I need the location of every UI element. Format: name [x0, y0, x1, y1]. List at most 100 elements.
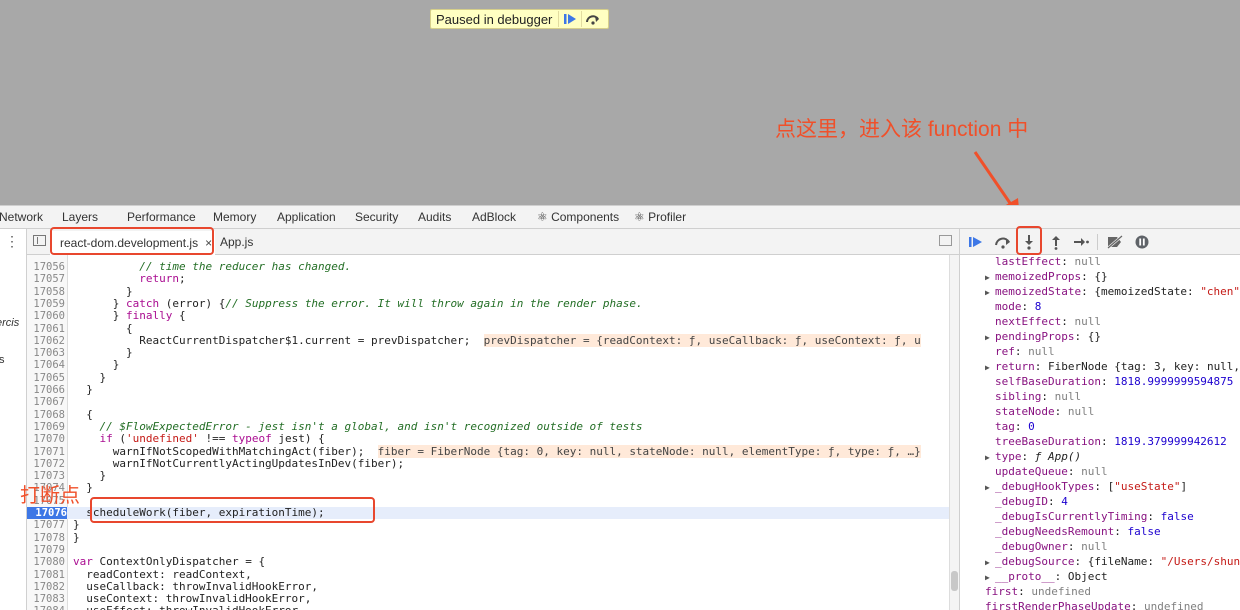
devtools-tab[interactable]: AdBlock [472, 206, 516, 228]
line-number[interactable]: 17060 [27, 310, 65, 322]
line-number[interactable]: 17068 [27, 409, 65, 421]
deactivate-breakpoints-button[interactable] [1105, 233, 1125, 251]
property-name: _debugOwner [995, 540, 1068, 553]
expand-triangle-icon[interactable]: ▶ [985, 555, 995, 570]
scope-variable[interactable]: selfBaseDuration: 1818.9999999594875 [985, 374, 1240, 389]
line-number[interactable]: 17072 [27, 458, 65, 470]
property-value: 8 [1034, 300, 1042, 313]
scope-variable[interactable]: ▶ __proto__: Object [985, 569, 1240, 584]
property-value: undefined [1031, 585, 1091, 598]
paused-label: Paused in debugger [436, 11, 553, 27]
scope-variable[interactable]: ref: null [985, 344, 1240, 359]
step-out-button[interactable] [1046, 233, 1066, 251]
pause-on-exceptions-button[interactable] [1132, 233, 1152, 251]
line-number[interactable]: 17080 [27, 556, 65, 568]
expand-triangle-icon[interactable]: ▶ [985, 330, 995, 345]
line-number[interactable]: 17079 [27, 544, 65, 556]
step-over-button[interactable] [993, 233, 1013, 251]
breakpoint-marker[interactable]: 17076 [27, 507, 67, 520]
line-number[interactable]: 17059 [27, 298, 65, 310]
scope-variable[interactable]: stateNode: null [985, 404, 1240, 419]
scope-variable[interactable]: tag: 0 [985, 419, 1240, 434]
toggle-navigator-icon[interactable] [33, 235, 46, 246]
scope-variable[interactable]: _debugOwner: null [985, 539, 1240, 554]
devtools-tab[interactable]: ⚛ Components [537, 206, 619, 228]
code-text: readContext: readContext, [73, 567, 252, 581]
scope-variable[interactable]: nextEffect: null [985, 314, 1240, 329]
scope-variable[interactable]: _debugNeedsRemount: false [985, 524, 1240, 539]
scope-variable[interactable]: _debugID: 4 [985, 494, 1240, 509]
scope-variable[interactable]: ▶ memoizedProps: {} [985, 269, 1240, 284]
more-options-icon[interactable]: ⋮ [5, 233, 19, 250]
scope-variable[interactable]: ▶ return: FiberNode {tag: 3, key: null, [985, 359, 1240, 374]
step-button[interactable] [1071, 233, 1091, 251]
scope-variable[interactable]: first: undefined [975, 584, 1240, 599]
line-number[interactable]: 17058 [27, 286, 65, 298]
expand-triangle-icon[interactable]: ▶ [985, 360, 995, 375]
devtools-tab[interactable]: Layers [62, 206, 98, 228]
code-text: } [73, 518, 80, 532]
step-over-button[interactable] [581, 11, 604, 27]
line-number[interactable]: 17063 [27, 347, 65, 359]
line-number[interactable]: 17081 [27, 569, 65, 581]
property-name: mode [995, 300, 1022, 313]
toggle-debugger-icon[interactable] [939, 235, 952, 246]
code-line: 17063 } [27, 346, 959, 359]
expand-triangle-icon[interactable]: ▶ [985, 270, 995, 285]
devtools-tab[interactable]: Memory [213, 206, 256, 228]
line-number[interactable]: 17084 [27, 605, 65, 610]
line-number[interactable]: 17061 [27, 323, 65, 335]
step-into-highlight [1016, 226, 1042, 255]
expand-triangle-icon[interactable]: ▶ [985, 570, 995, 585]
scope-variable[interactable]: _debugIsCurrentlyTiming: false [985, 509, 1240, 524]
code-text: } [73, 383, 93, 396]
devtools-tab[interactable]: ⚛ Profiler [634, 206, 686, 228]
scope-variable[interactable]: firstRenderPhaseUpdate: undefined [975, 599, 1240, 610]
line-number[interactable]: 17077 [27, 519, 65, 531]
scope-variable[interactable]: mode: 8 [985, 299, 1240, 314]
line-number[interactable]: 17071 [27, 446, 65, 458]
scope-variable[interactable]: lastEffect: null [985, 254, 1240, 269]
code-editor[interactable]: 17056 // time the reducer has changed. 17… [27, 255, 959, 610]
line-number[interactable]: 17078 [27, 532, 65, 544]
line-number[interactable]: 17070 [27, 433, 65, 445]
devtools-tab[interactable]: Network [0, 206, 43, 228]
line-number[interactable]: 17066 [27, 384, 65, 396]
devtools-tab[interactable]: Application [277, 206, 336, 228]
scope-variable[interactable]: sibling: null [985, 389, 1240, 404]
scope-variable[interactable]: ▶ pendingProps: {} [985, 329, 1240, 344]
scope-variable[interactable]: ▶ _debugSource: {fileName: "/Users/shun [985, 554, 1240, 569]
editor-scrollbar[interactable] [949, 255, 959, 610]
resume-button[interactable] [966, 233, 986, 251]
line-number[interactable]: 17057 [27, 273, 65, 285]
tab-app-js[interactable]: App.js [220, 231, 253, 253]
line-number[interactable]: 17065 [27, 372, 65, 384]
line-number[interactable]: 17067 [27, 396, 65, 408]
code-line: 17070 if ('undefined' !== typeof jest) { [27, 432, 959, 445]
scope-variable[interactable]: ▶ type: ƒ App() [985, 449, 1240, 464]
property-name: pendingProps [995, 330, 1075, 343]
expand-triangle-icon[interactable]: ▶ [985, 285, 995, 300]
property-value: FiberNode {tag: 3, key: null, [1048, 360, 1240, 373]
scope-variable[interactable]: treeBaseDuration: 1819.379999942612 [985, 434, 1240, 449]
devtools-tab[interactable]: Performance [127, 206, 196, 228]
scope-variable[interactable]: ▶ memoizedState: {memoizedState: "chen" [985, 284, 1240, 299]
property-name: first [985, 585, 1019, 598]
line-number[interactable]: 17082 [27, 581, 65, 593]
line-number[interactable]: 17062 [27, 335, 65, 347]
property-value: null [1028, 345, 1055, 358]
line-number[interactable]: 17083 [27, 593, 65, 605]
scope-variable[interactable]: ▶ _debugHookTypes: ["useState"] [985, 479, 1240, 494]
property-value: ƒ App() [1034, 450, 1082, 463]
line-number[interactable]: 17064 [27, 359, 65, 371]
scope-variable[interactable]: updateQueue: null [985, 464, 1240, 479]
resume-button[interactable] [558, 11, 581, 27]
scrollbar-thumb[interactable] [951, 571, 958, 591]
property-name: tag [995, 420, 1015, 433]
expand-triangle-icon[interactable]: ▶ [985, 450, 995, 465]
devtools-tab[interactable]: Security [355, 206, 398, 228]
line-number[interactable]: 17056 [27, 261, 65, 273]
devtools-tab[interactable]: Audits [418, 206, 451, 228]
line-number[interactable]: 17069 [27, 421, 65, 433]
expand-triangle-icon[interactable]: ▶ [985, 480, 995, 495]
